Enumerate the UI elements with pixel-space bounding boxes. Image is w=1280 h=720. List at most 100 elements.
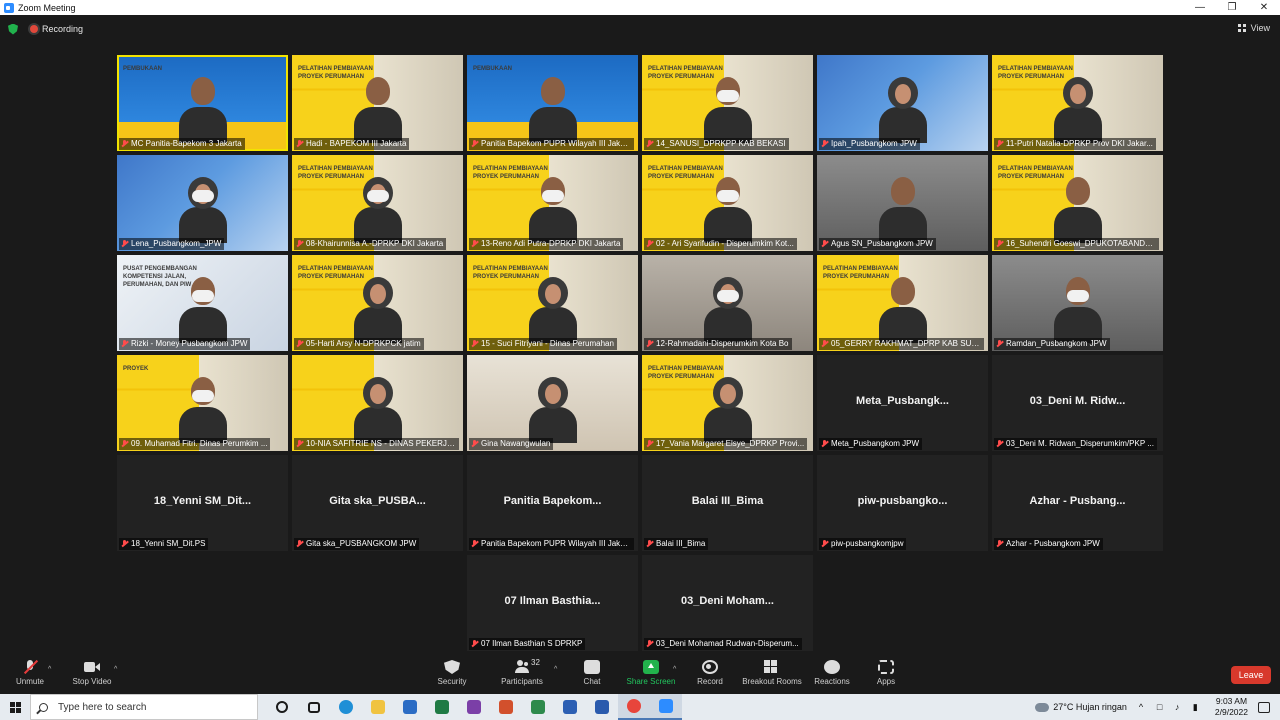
view-button[interactable]: View bbox=[1237, 23, 1270, 33]
reactions-label: Reactions bbox=[814, 677, 850, 686]
word-taskbar-button[interactable] bbox=[586, 694, 618, 720]
participant-video-tile[interactable]: Azhar - Pusbang... Azhar - Pusbangkom JPW bbox=[992, 455, 1163, 551]
participant-video-tile[interactable]: PELATIHAN PEMBIAYAAN PROYEK PERUMAHAN 05-… bbox=[292, 255, 463, 351]
chrome-taskbar-button[interactable] bbox=[618, 694, 650, 720]
share-screen-icon bbox=[643, 660, 659, 674]
restore-button[interactable]: ❐ bbox=[1216, 2, 1248, 13]
task-view-taskbar-button[interactable] bbox=[298, 694, 330, 720]
participants-options-caret[interactable]: ^ bbox=[554, 666, 557, 673]
network-icon[interactable]: □ bbox=[1157, 702, 1169, 712]
participant-video-tile[interactable]: Panitia Bapekom... Panitia Bapekom PUPR W… bbox=[467, 455, 638, 551]
notifications-icon[interactable] bbox=[1258, 701, 1270, 713]
participant-video-tile[interactable]: 07 Ilman Basthia... 07 Ilman Basthian S D… bbox=[467, 555, 638, 651]
participant-video-tile[interactable]: Meta_Pusbangk... Meta_Pusbangkom JPW bbox=[817, 355, 988, 451]
participant-video-tile[interactable]: 12-Rahmadani-Disperumkim Kota Bo bbox=[642, 255, 813, 351]
participant-video-tile[interactable]: Ipah_Pusbangkom JPW bbox=[817, 55, 988, 151]
window-title: Zoom Meeting bbox=[18, 2, 76, 13]
stop-video-button[interactable]: Stop Video bbox=[68, 660, 116, 686]
unmute-button[interactable]: Unmute bbox=[12, 660, 48, 686]
project-taskbar-button[interactable] bbox=[522, 694, 554, 720]
participant-video-tile[interactable]: PROYEK 09. Muhamad Fitri. Dinas Perumkim … bbox=[117, 355, 288, 451]
participant-video-tile[interactable]: PELATIHAN PEMBIAYAAN PROYEK PERUMAHAN 02 … bbox=[642, 155, 813, 251]
store-taskbar-button[interactable] bbox=[394, 694, 426, 720]
chat-button[interactable]: Chat bbox=[576, 660, 608, 686]
visio-taskbar-button[interactable] bbox=[554, 694, 586, 720]
recording-indicator[interactable]: Recording bbox=[30, 24, 83, 34]
excel-taskbar-button[interactable] bbox=[426, 694, 458, 720]
muted-mic-icon bbox=[821, 240, 828, 248]
encryption-shield-icon[interactable] bbox=[8, 23, 18, 35]
participant-video-feed bbox=[1054, 277, 1102, 343]
participant-video-tile[interactable]: PEMBUKAAN MC Panitia-Bapekom 3 Jakarta bbox=[117, 55, 288, 151]
task-view-icon bbox=[308, 701, 320, 713]
participant-video-tile[interactable]: Ramdan_Pusbangkom JPW bbox=[992, 255, 1163, 351]
breakout-rooms-label: Breakout Rooms bbox=[742, 677, 802, 686]
participant-display-name: Meta_Pusbangk... bbox=[856, 395, 949, 407]
leave-button[interactable]: Leave bbox=[1231, 666, 1271, 684]
participant-video-tile[interactable]: Agus SN_Pusbangkom JPW bbox=[817, 155, 988, 251]
participant-video-tile[interactable]: piw-pusbangko... piw-pusbangkomjpw bbox=[817, 455, 988, 551]
security-button[interactable]: Security bbox=[432, 660, 472, 686]
video-camera-icon bbox=[84, 660, 100, 674]
audio-options-caret[interactable]: ^ bbox=[48, 666, 51, 673]
video-options-caret[interactable]: ^ bbox=[114, 666, 117, 673]
participants-button[interactable]: 32 Participants bbox=[498, 658, 546, 686]
weather-widget[interactable]: 27°C Hujan ringan bbox=[1035, 702, 1127, 712]
participant-video-tile[interactable]: PUSAT PENGEMBANGAN KOMPETENSI JALAN, PER… bbox=[117, 255, 288, 351]
participant-video-tile[interactable]: 03_Deni M. Ridw... 03_Deni M. Ridwan_Disp… bbox=[992, 355, 1163, 451]
participant-video-tile[interactable]: PELATIHAN PEMBIAYAAN PROYEK PERUMAHAN 13-… bbox=[467, 155, 638, 251]
muted-mic-icon bbox=[996, 140, 1003, 148]
participant-video-feed bbox=[179, 77, 227, 143]
participant-display-name: 03_Deni Moham... bbox=[681, 595, 774, 607]
participant-video-tile[interactable]: PELATIHAN PEMBIAYAAN PROYEK PERUMAHAN Had… bbox=[292, 55, 463, 151]
participant-name: 11-Putri Natalia-DPRKP Prov DKI Jakar... bbox=[1006, 139, 1153, 148]
cortana-taskbar-button[interactable] bbox=[266, 694, 298, 720]
muted-mic-icon bbox=[296, 140, 303, 148]
participant-display-name: Azhar - Pusbang... bbox=[1029, 495, 1126, 507]
participant-video-tile[interactable]: PELATIHAN PEMBIAYAAN PROYEK PERUMAHAN 08-… bbox=[292, 155, 463, 251]
participant-video-tile[interactable]: PELATIHAN PEMBIAYAAN PROYEK PERUMAHAN 11-… bbox=[992, 55, 1163, 151]
apps-button[interactable]: Apps bbox=[870, 660, 902, 686]
participant-video-tile[interactable]: PELATIHAN PEMBIAYAAN PROYEK PERUMAHAN 14_… bbox=[642, 55, 813, 151]
participant-video-tile[interactable]: PELATIHAN PEMBIAYAAN PROYEK PERUMAHAN 16_… bbox=[992, 155, 1163, 251]
taskbar-search-input[interactable]: Type here to search bbox=[30, 694, 258, 720]
close-button[interactable]: ✕ bbox=[1248, 2, 1280, 13]
grid-view-icon bbox=[1237, 24, 1247, 32]
participant-video-tile[interactable]: Lena_Pusbangkom_JPW bbox=[117, 155, 288, 251]
rain-cloud-icon bbox=[1035, 702, 1050, 712]
participant-name: 07 Ilman Basthian S DPRKP bbox=[481, 639, 583, 648]
reactions-button[interactable]: Reactions bbox=[812, 660, 852, 686]
participant-name: MC Panitia-Bapekom 3 Jakarta bbox=[131, 139, 242, 148]
minimize-button[interactable]: — bbox=[1184, 2, 1216, 13]
participant-video-tile[interactable]: PELATIHAN PEMBIAYAAN PROYEK PERUMAHAN 15 … bbox=[467, 255, 638, 351]
battery-icon[interactable]: ▮ bbox=[1193, 702, 1205, 712]
onenote-taskbar-button[interactable] bbox=[458, 694, 490, 720]
muted-mic-icon bbox=[471, 340, 478, 348]
record-button[interactable]: Record bbox=[692, 660, 728, 686]
muted-mic-icon bbox=[646, 440, 653, 448]
share-screen-button[interactable]: Share Screen bbox=[624, 660, 678, 686]
show-hidden-icons-icon[interactable]: ^ bbox=[1139, 702, 1151, 712]
zoom-taskbar-button[interactable] bbox=[650, 694, 682, 720]
participant-video-tile[interactable]: PELATIHAN PEMBIAYAAN PROYEK PERUMAHAN 05_… bbox=[817, 255, 988, 351]
share-options-caret[interactable]: ^ bbox=[673, 666, 676, 673]
powerpoint-taskbar-button[interactable] bbox=[490, 694, 522, 720]
breakout-rooms-button[interactable]: Breakout Rooms bbox=[740, 660, 804, 686]
edge-taskbar-button[interactable] bbox=[330, 694, 362, 720]
participant-video-tile[interactable]: Gina Nawangwulan bbox=[467, 355, 638, 451]
participant-video-feed bbox=[354, 177, 402, 243]
participant-video-tile[interactable]: Gita ska_PUSBA... Gita ska_PUSBANGKOM JPW bbox=[292, 455, 463, 551]
powerpoint-icon bbox=[499, 700, 513, 714]
start-button[interactable] bbox=[0, 694, 30, 720]
participant-video-tile[interactable]: Balai III_Bima Balai III_Bima bbox=[642, 455, 813, 551]
participant-name: 13-Reno Adi Putra-DPRKP DKI Jakarta bbox=[481, 239, 621, 248]
file-explorer-taskbar-button[interactable] bbox=[362, 694, 394, 720]
volume-icon[interactable]: ♪ bbox=[1175, 702, 1187, 712]
participant-video-tile[interactable]: 10-NIA SAFITRIE NS - DINAS PEKERJA... bbox=[292, 355, 463, 451]
participant-video-tile[interactable]: PELATIHAN PEMBIAYAAN PROYEK PERUMAHAN 17_… bbox=[642, 355, 813, 451]
muted-mic-icon bbox=[646, 140, 653, 148]
taskbar-clock[interactable]: 9:03 AM 2/9/2022 bbox=[1215, 696, 1248, 718]
participant-video-tile[interactable]: 03_Deni Moham... 03_Deni Mohamad Rudwan-D… bbox=[642, 555, 813, 651]
participant-video-tile[interactable]: 18_Yenni SM_Dit... 18_Yenni SM_Dit.PS bbox=[117, 455, 288, 551]
participant-video-tile[interactable]: PEMBUKAAN Panitia Bapekom PUPR Wilayah II… bbox=[467, 55, 638, 151]
